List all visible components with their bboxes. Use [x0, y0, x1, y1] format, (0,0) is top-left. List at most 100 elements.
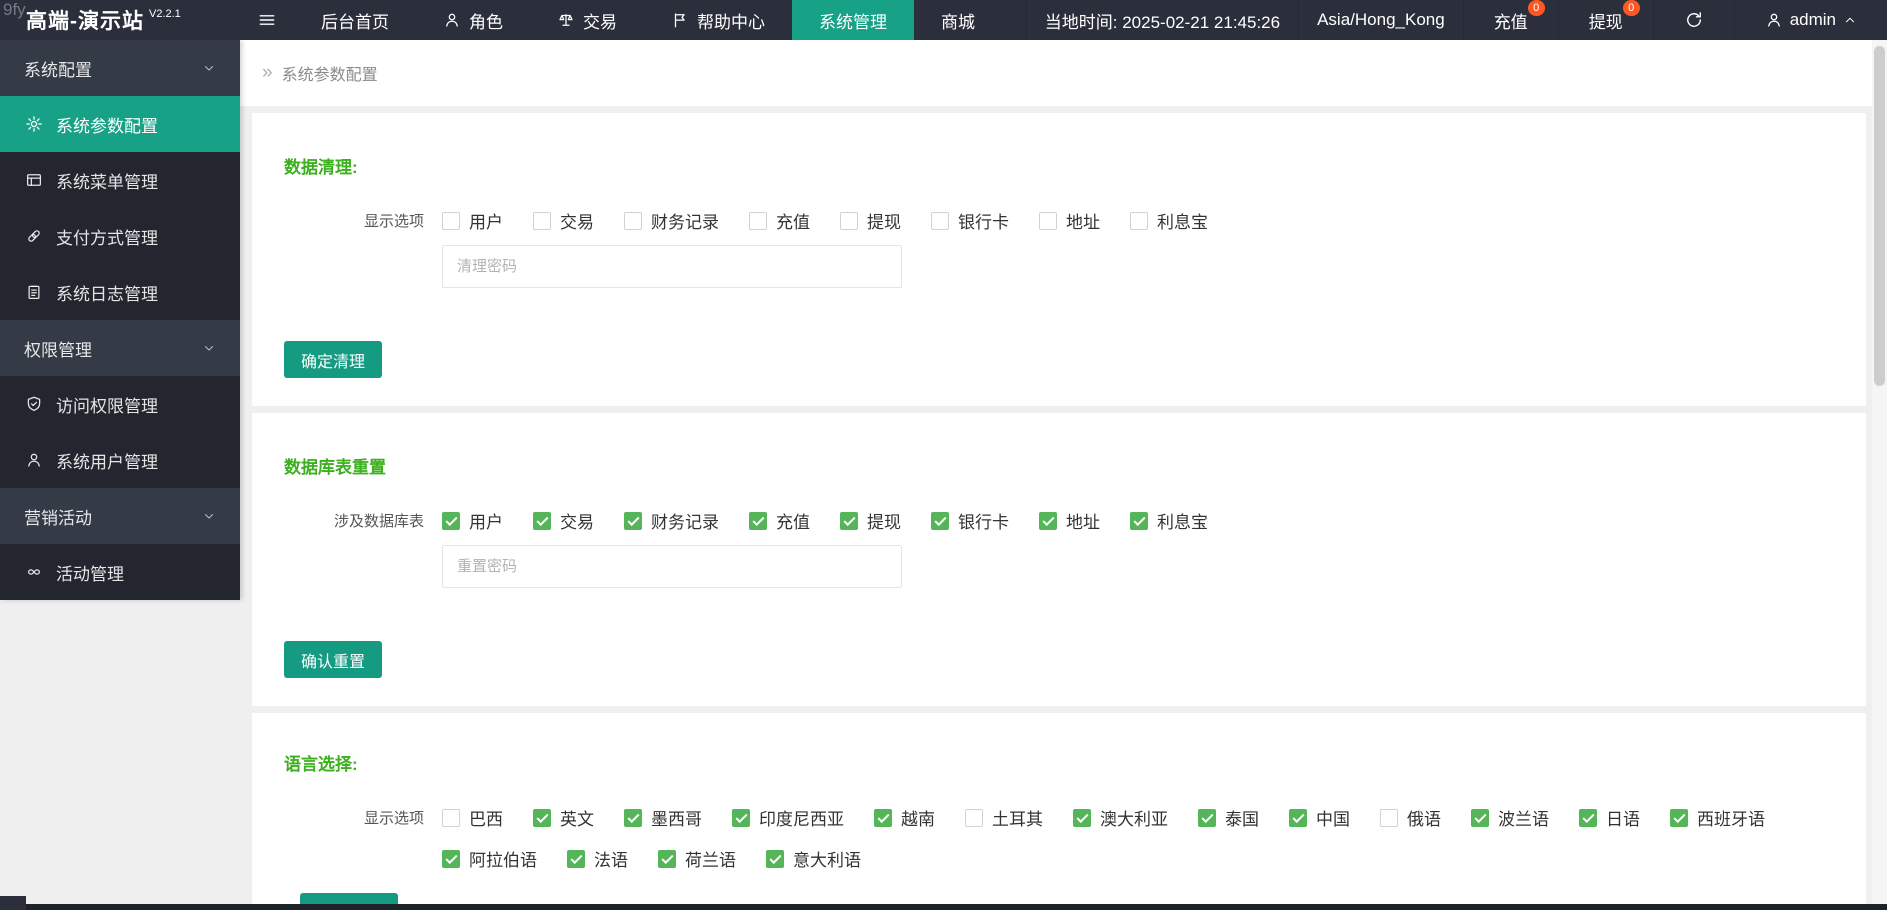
checkbox-unchecked[interactable] — [965, 808, 983, 827]
checkbox-checked[interactable] — [1039, 511, 1057, 530]
checkbox-unchecked[interactable] — [442, 211, 460, 230]
checkbox-checked[interactable] — [1289, 808, 1307, 827]
checkbox-option[interactable]: 银行卡 — [931, 208, 1009, 233]
checkbox-option[interactable]: 财务记录 — [624, 208, 719, 233]
checkbox-unchecked[interactable] — [533, 211, 551, 230]
checkbox-option[interactable]: 波兰语 — [1471, 805, 1549, 830]
checkbox-checked[interactable] — [533, 511, 551, 530]
checkbox-option[interactable]: 墨西哥 — [624, 805, 702, 830]
checkbox-option[interactable]: 地址 — [1039, 208, 1100, 233]
checkbox-option[interactable]: 巴西 — [442, 805, 503, 830]
checkbox-option[interactable]: 阿拉伯语 — [442, 846, 537, 871]
checkbox-checked[interactable] — [442, 511, 460, 530]
checkbox-option[interactable]: 日语 — [1579, 805, 1640, 830]
checkbox-option[interactable]: 荷兰语 — [658, 846, 736, 871]
checkbox-checked[interactable] — [931, 511, 949, 530]
checkbox-option[interactable]: 越南 — [874, 805, 935, 830]
sidebar-section-header[interactable]: 营销活动 — [0, 488, 240, 544]
checkbox-option[interactable]: 财务记录 — [624, 508, 719, 533]
checkbox-checked[interactable] — [624, 808, 642, 827]
checkbox-option[interactable]: 充值 — [749, 508, 810, 533]
withdraw-nav-item[interactable]: 提现 0 — [1557, 0, 1653, 40]
checkbox-checked[interactable] — [766, 849, 784, 868]
sidebar-section-header[interactable]: 权限管理 — [0, 320, 240, 376]
checkbox-option[interactable]: 用户 — [442, 508, 503, 533]
confirm-clean-button[interactable]: 确定清理 — [284, 341, 383, 378]
checkbox-option[interactable]: 交易 — [533, 508, 594, 533]
checkbox-label: 阿拉伯语 — [469, 851, 537, 870]
checkbox-unchecked[interactable] — [749, 211, 767, 230]
checkbox-checked[interactable] — [1130, 511, 1148, 530]
nav-tab[interactable]: 系统管理 — [792, 0, 914, 40]
checkbox-unchecked[interactable] — [624, 211, 642, 230]
checkbox-unchecked[interactable] — [1130, 211, 1148, 230]
checkbox-option[interactable]: 提现 — [840, 508, 901, 533]
vertical-scrollbar[interactable] — [1872, 40, 1887, 910]
checkbox-option[interactable]: 银行卡 — [931, 508, 1009, 533]
checkbox-checked[interactable] — [874, 808, 892, 827]
confirm-reset-button[interactable]: 确认重置 — [284, 641, 383, 678]
checkbox-unchecked[interactable] — [442, 808, 460, 827]
checkbox-option[interactable]: 俄语 — [1380, 805, 1441, 830]
sidebar-item[interactable]: 系统参数配置 — [0, 96, 240, 152]
window-icon — [25, 171, 43, 189]
checkbox-option[interactable]: 印度尼西亚 — [732, 805, 844, 830]
nav-tab[interactable]: 帮助中心 — [644, 0, 792, 40]
checkbox-option[interactable]: 泰国 — [1198, 805, 1259, 830]
checkbox-option[interactable]: 西班牙语 — [1670, 805, 1765, 830]
sidebar-item[interactable]: 系统日志管理 — [0, 264, 240, 320]
scrollbar-thumb[interactable] — [1874, 46, 1885, 386]
checkbox-unchecked[interactable] — [931, 211, 949, 230]
checkbox-option[interactable]: 充值 — [749, 208, 810, 233]
nav-tab[interactable]: 角色 — [416, 0, 530, 40]
checkbox-checked[interactable] — [533, 808, 551, 827]
sidebar-item[interactable]: 活动管理 — [0, 544, 240, 600]
sidebar-toggle-button[interactable] — [240, 0, 294, 40]
checkbox-option[interactable]: 提现 — [840, 208, 901, 233]
checkbox-option[interactable]: 地址 — [1039, 508, 1100, 533]
checkbox-option[interactable]: 用户 — [442, 208, 503, 233]
reset-password-input[interactable] — [442, 545, 902, 588]
checkbox-checked[interactable] — [1670, 808, 1688, 827]
checkbox-checked[interactable] — [624, 511, 642, 530]
nav-tab[interactable]: 交易 — [530, 0, 644, 40]
sidebar-item[interactable]: 系统用户管理 — [0, 432, 240, 488]
checkbox-checked[interactable] — [732, 808, 750, 827]
checkbox-option[interactable]: 利息宝 — [1130, 208, 1208, 233]
nav-tab[interactable]: 后台首页 — [294, 0, 416, 40]
checkbox-option[interactable]: 交易 — [533, 208, 594, 233]
checkbox-checked[interactable] — [1073, 808, 1091, 827]
sidebar-item[interactable]: 支付方式管理 — [0, 208, 240, 264]
checkbox-unchecked[interactable] — [1039, 211, 1057, 230]
sidebar-item[interactable]: 系统菜单管理 — [0, 152, 240, 208]
nav-tab[interactable]: 商城 — [914, 0, 1002, 40]
checkbox-option[interactable]: 中国 — [1289, 805, 1350, 830]
checkbox-option[interactable]: 土耳其 — [965, 805, 1043, 830]
checkbox-checked[interactable] — [567, 849, 585, 868]
timezone-select[interactable]: Asia/Hong_Kong — [1298, 0, 1463, 40]
sidebar-section-header[interactable]: 系统配置 — [0, 40, 240, 96]
checkbox-option[interactable]: 英文 — [533, 805, 594, 830]
app-logo[interactable]: 高端-演示站 V2.2.1 — [0, 0, 240, 40]
sidebar-item-label: 支付方式管理 — [56, 228, 158, 248]
checkbox-unchecked[interactable] — [1380, 808, 1398, 827]
bottom-left-square — [0, 896, 26, 910]
checkbox-checked[interactable] — [1579, 808, 1597, 827]
checkbox-checked[interactable] — [749, 511, 767, 530]
checkbox-checked[interactable] — [658, 849, 676, 868]
checkbox-unchecked[interactable] — [840, 211, 858, 230]
user-menu[interactable]: admin — [1733, 0, 1887, 40]
refresh-button[interactable] — [1652, 0, 1734, 40]
checkbox-checked[interactable] — [442, 849, 460, 868]
checkbox-checked[interactable] — [1471, 808, 1489, 827]
sidebar-item[interactable]: 访问权限管理 — [0, 376, 240, 432]
checkbox-checked[interactable] — [840, 511, 858, 530]
user-icon — [1765, 11, 1783, 29]
checkbox-checked[interactable] — [1198, 808, 1216, 827]
clean-password-input[interactable] — [442, 245, 902, 288]
recharge-nav-item[interactable]: 充值 0 — [1462, 0, 1558, 40]
checkbox-option[interactable]: 法语 — [567, 846, 628, 871]
checkbox-option[interactable]: 利息宝 — [1130, 508, 1208, 533]
checkbox-option[interactable]: 澳大利亚 — [1073, 805, 1168, 830]
checkbox-option[interactable]: 意大利语 — [766, 846, 861, 871]
